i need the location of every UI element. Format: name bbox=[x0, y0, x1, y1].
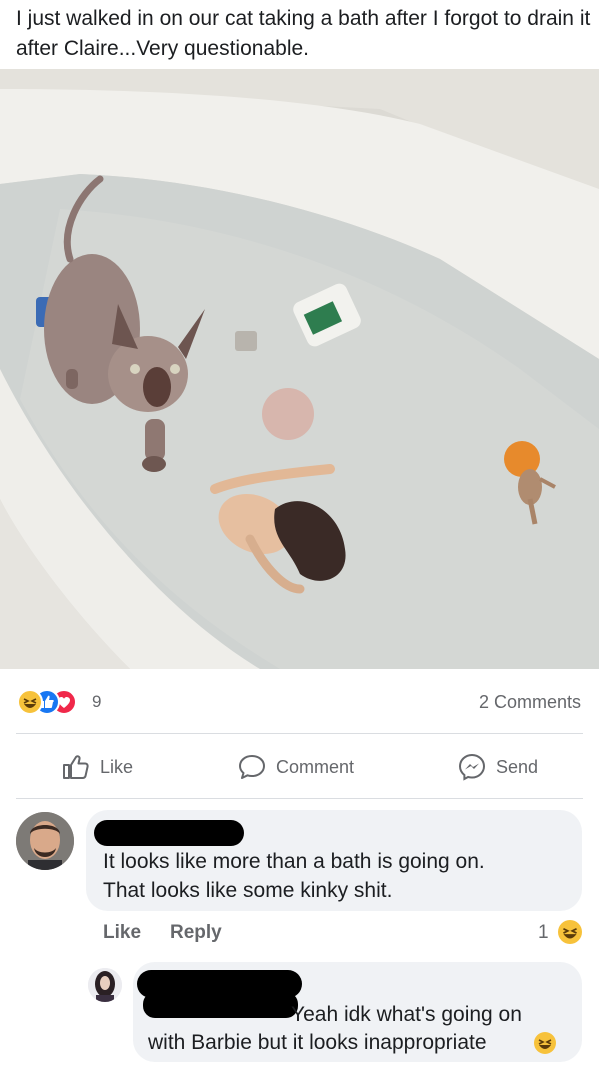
redacted-commenter-name bbox=[94, 820, 244, 846]
redacted-commenter-name bbox=[143, 992, 298, 1018]
comment-label: Comment bbox=[276, 756, 355, 777]
comment-reaction-count: 1 bbox=[538, 922, 549, 943]
comment-text-line: That looks like some kinky shit. bbox=[103, 879, 393, 902]
comment-text-line: It looks like more than a bath is going … bbox=[103, 850, 485, 873]
send-button[interactable]: Send bbox=[458, 745, 538, 789]
like-button[interactable]: Like bbox=[62, 745, 133, 789]
divider bbox=[16, 798, 583, 799]
commenter-avatar[interactable] bbox=[16, 812, 74, 870]
divider bbox=[16, 733, 583, 734]
reaction-count: 9 bbox=[92, 692, 102, 711]
comment-reply-link[interactable]: Reply bbox=[170, 922, 222, 944]
like-label: Like bbox=[100, 756, 134, 777]
comment-button[interactable]: Comment bbox=[238, 745, 354, 789]
messenger-icon bbox=[458, 753, 486, 781]
send-label: Send bbox=[496, 756, 539, 777]
comment-bubble: It looks like more than a bath is going … bbox=[86, 810, 582, 911]
reaction-stats[interactable]: 9 2 Comments bbox=[0, 683, 599, 719]
replier-avatar[interactable] bbox=[88, 968, 122, 1002]
haha-reaction-icon bbox=[17, 689, 43, 715]
comments-count-link[interactable]: 2 Comments bbox=[479, 692, 581, 713]
thumbs-up-icon bbox=[63, 755, 89, 779]
post-caption: I just walked in on our cat taking a bat… bbox=[16, 7, 591, 60]
action-bar: Like Comment Send bbox=[0, 745, 599, 789]
haha-reaction-icon[interactable] bbox=[558, 920, 582, 944]
comment-like-link[interactable]: Like bbox=[103, 922, 141, 944]
post-photo[interactable] bbox=[0, 69, 599, 669]
reply-bubble: Yeah idk what's going on with Barbie but… bbox=[133, 962, 582, 1062]
reply-text-line: Yeah idk what's going on bbox=[291, 1003, 522, 1026]
laughing-emoji-icon bbox=[534, 1032, 556, 1054]
comment-icon bbox=[239, 755, 265, 779]
reply-text-line: with Barbie but it looks inappropriate bbox=[148, 1031, 487, 1054]
